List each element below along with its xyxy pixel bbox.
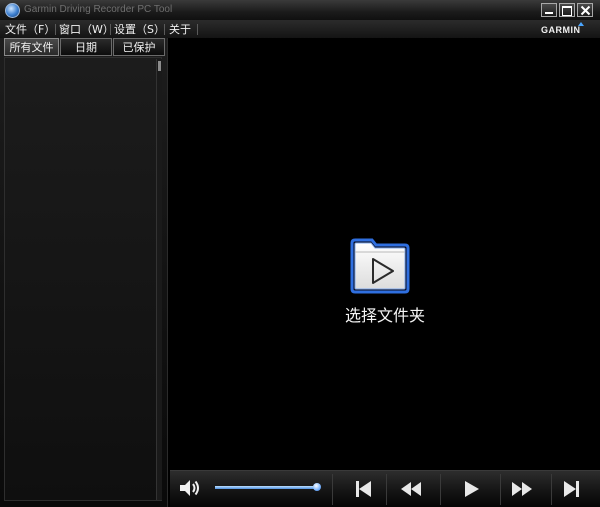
file-browser-panel: 所有文件 日期 已保护 xyxy=(0,38,168,507)
control-separator xyxy=(332,474,333,505)
scrollbar-thumb[interactable] xyxy=(158,61,161,71)
menu-about[interactable]: 关于 xyxy=(169,22,191,37)
menu-bar: 文件（F） 窗口（W） 设置（S） 关于 GARMIN xyxy=(0,21,600,38)
menu-settings[interactable]: 设置（S） xyxy=(114,22,165,37)
menu-separator xyxy=(55,24,56,35)
menu-separator xyxy=(110,24,111,35)
playback-controls xyxy=(170,470,600,507)
tab-protected[interactable]: 已保护 xyxy=(113,38,165,56)
video-viewport: 选择文件夹 xyxy=(170,38,600,470)
select-folder-label[interactable]: 选择文件夹 xyxy=(170,302,600,326)
menu-separator xyxy=(197,24,198,35)
file-list-scrollbar[interactable] xyxy=(156,59,162,500)
menu-separator xyxy=(164,24,165,35)
close-button[interactable] xyxy=(577,3,593,17)
rewind-icon[interactable] xyxy=(388,471,434,507)
garmin-logo: GARMIN xyxy=(541,25,581,35)
play-icon[interactable] xyxy=(448,471,494,507)
next-icon[interactable] xyxy=(553,471,599,507)
tab-date[interactable]: 日期 xyxy=(60,38,112,56)
volume-slider-fill xyxy=(215,486,317,489)
title-bar[interactable]: Garmin Driving Recorder PC Tool xyxy=(0,0,600,21)
menu-file[interactable]: 文件（F） xyxy=(5,22,55,37)
minimize-button[interactable] xyxy=(541,3,557,17)
app-icon[interactable] xyxy=(5,3,20,18)
window-title: Garmin Driving Recorder PC Tool xyxy=(24,4,173,15)
folder-play-icon xyxy=(350,238,410,294)
file-list[interactable] xyxy=(4,57,162,501)
volume-slider[interactable] xyxy=(215,483,321,491)
control-separator xyxy=(440,474,441,505)
garmin-logo-triangle-icon xyxy=(578,22,584,26)
fast-forward-icon[interactable] xyxy=(501,471,547,507)
maximize-button[interactable] xyxy=(559,3,575,17)
volume-slider-handle[interactable] xyxy=(312,483,321,491)
volume-icon[interactable] xyxy=(178,476,202,500)
previous-icon[interactable] xyxy=(340,471,386,507)
close-icon xyxy=(580,5,591,16)
control-separator xyxy=(551,474,552,505)
menu-window[interactable]: 窗口（W） xyxy=(59,22,114,37)
control-separator xyxy=(386,474,387,505)
select-folder-button[interactable] xyxy=(348,237,412,295)
tab-all-files[interactable]: 所有文件 xyxy=(4,38,59,56)
